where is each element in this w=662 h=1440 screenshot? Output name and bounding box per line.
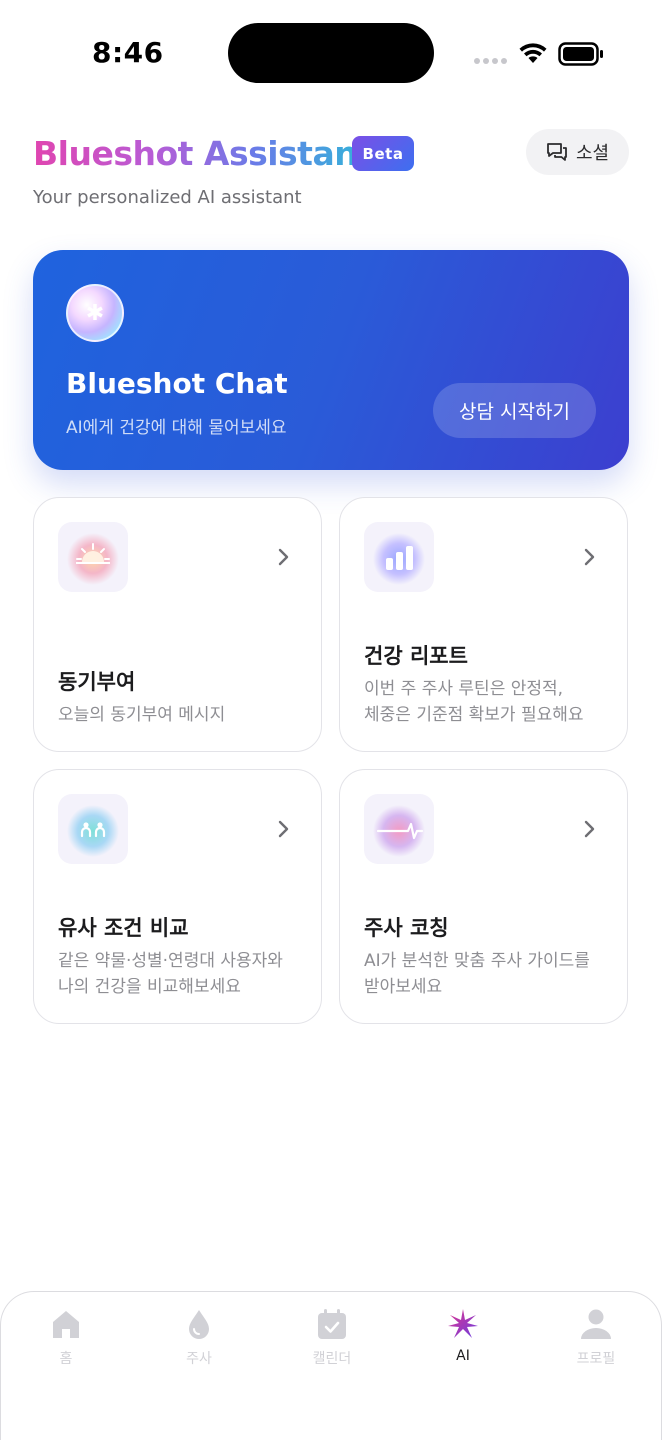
card-description: 이번 주 주사 루틴은 안정적, 체중은 기준점 확보가 필요해요 xyxy=(364,679,584,725)
cellular-signal-icon xyxy=(474,58,507,64)
hero-description: AI에게 건강에 대해 물어보세요 xyxy=(66,418,287,438)
motivation-card[interactable]: 동기부여 오늘의 동기부여 메시지 xyxy=(33,497,322,752)
card-title: 주사 코칭 xyxy=(364,916,449,940)
beta-badge: Beta xyxy=(352,136,414,171)
tab-label: 프로필 xyxy=(576,1351,616,1367)
card-description: 오늘의 동기부여 메시지 xyxy=(58,705,226,725)
chat-bubble-icon xyxy=(547,143,567,161)
similar-condition-compare-card[interactable]: 유사 조건 비교 같은 약물·성별·연령대 사용자와 나의 건강을 비교해보세요 xyxy=(33,769,322,1024)
people-compare-icon xyxy=(58,794,128,864)
tab-label: AI xyxy=(456,1348,470,1364)
card-title: 유사 조건 비교 xyxy=(58,916,189,940)
tab-label: 홈 xyxy=(59,1351,73,1367)
status-bar: 8:46 xyxy=(0,0,662,100)
sparkle-icon xyxy=(445,1306,481,1342)
app-title: Blueshot Assistant xyxy=(33,134,373,173)
social-button-label: 소셜 xyxy=(575,143,610,164)
pulse-line-icon xyxy=(364,794,434,864)
start-consultation-button[interactable]: 상담 시작하기 xyxy=(433,383,596,438)
tab-profile[interactable]: 프로필 xyxy=(541,1306,651,1368)
sunrise-icon xyxy=(58,522,128,592)
card-description: AI가 분석한 맞춤 주사 가이드를 받아보세요 xyxy=(364,951,590,997)
drop-icon xyxy=(181,1306,217,1342)
chevron-right-icon xyxy=(584,548,595,566)
health-report-card[interactable]: 건강 리포트 이번 주 주사 루틴은 안정적, 체중은 기준점 확보가 필요해요 xyxy=(339,497,628,752)
ai-orb-icon: ✱ xyxy=(66,284,124,342)
card-title: 동기부여 xyxy=(58,670,136,694)
dynamic-island xyxy=(228,23,434,83)
tab-label: 주사 xyxy=(186,1351,212,1367)
battery-icon xyxy=(558,42,603,66)
chevron-right-icon xyxy=(278,548,289,566)
wifi-icon xyxy=(519,43,547,63)
home-icon xyxy=(48,1306,84,1342)
chevron-right-icon xyxy=(584,820,595,838)
status-time: 8:46 xyxy=(92,36,164,69)
card-title: 건강 리포트 xyxy=(364,644,468,668)
social-button[interactable]: 소셜 xyxy=(526,129,629,175)
tab-home[interactable]: 홈 xyxy=(11,1306,121,1368)
calendar-icon xyxy=(314,1306,350,1342)
tab-calendar[interactable]: 캘린더 xyxy=(277,1306,387,1368)
injection-coaching-card[interactable]: 주사 코칭 AI가 분석한 맞춤 주사 가이드를 받아보세요 xyxy=(339,769,628,1024)
card-description: 같은 약물·성별·연령대 사용자와 나의 건강을 비교해보세요 xyxy=(58,951,283,997)
page-subtitle: Your personalized AI assistant xyxy=(33,187,302,208)
tab-ai[interactable]: AI xyxy=(408,1306,518,1364)
bottom-tab-bar: 홈 주사 캘린더 AI 프로필 xyxy=(0,1291,662,1440)
bar-chart-icon xyxy=(364,522,434,592)
chevron-right-icon xyxy=(278,820,289,838)
hero-title: Blueshot Chat xyxy=(66,367,288,400)
tab-label: 캘린더 xyxy=(312,1351,352,1367)
blueshot-chat-card[interactable]: ✱ Blueshot Chat AI에게 건강에 대해 물어보세요 상담 시작하… xyxy=(33,250,629,470)
tab-injection[interactable]: 주사 xyxy=(144,1306,254,1368)
person-icon xyxy=(578,1306,614,1342)
